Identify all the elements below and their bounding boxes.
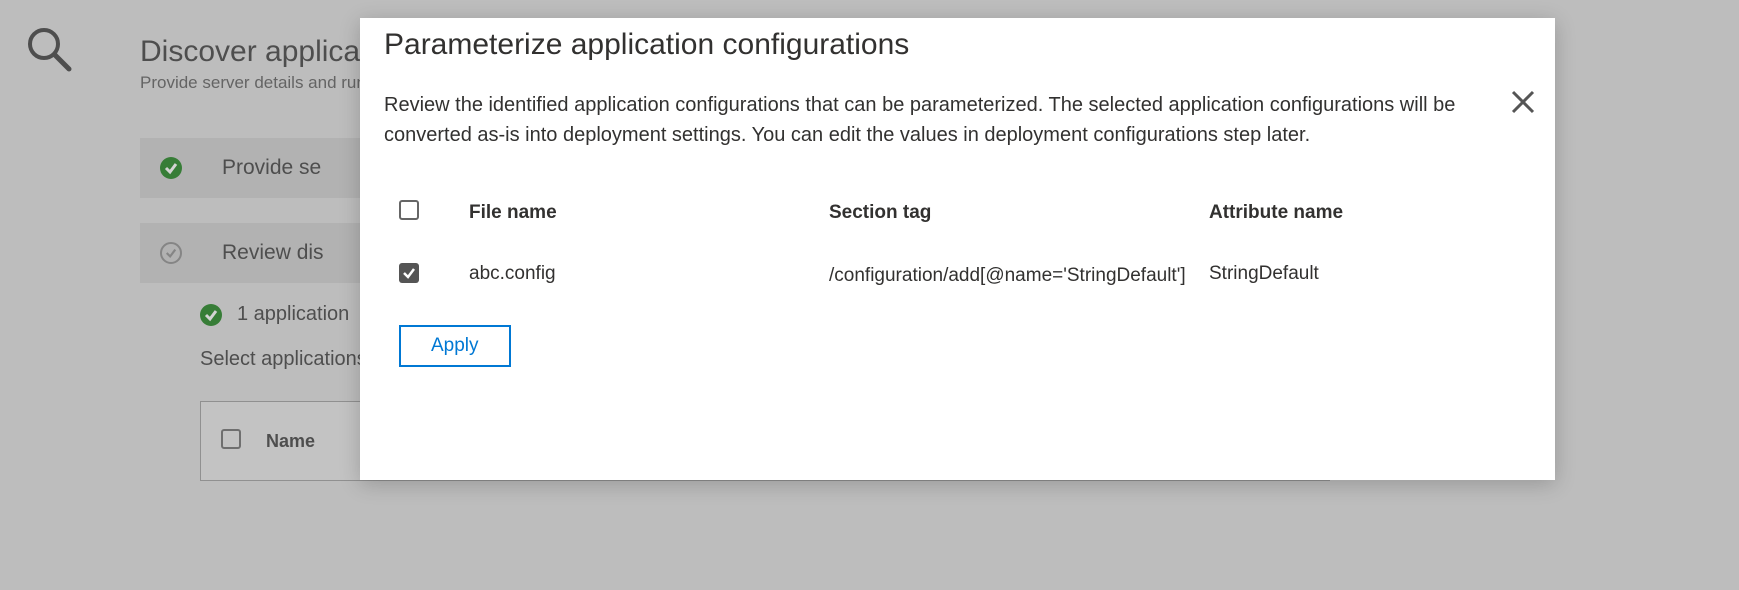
col-header-section: Section tag <box>829 202 1209 224</box>
col-header-attribute: Attribute name <box>1209 202 1489 224</box>
cell-section: /configuration/add[@name='StringDefault'… <box>829 263 1209 290</box>
col-header-filename: File name <box>469 202 829 224</box>
parameterize-dialog: Parameterize application configurations … <box>360 18 1555 480</box>
cell-attribute: StringDefault <box>1209 263 1489 285</box>
table-row: abc.config /configuration/add[@name='Str… <box>399 263 1531 290</box>
apply-button[interactable]: Apply <box>399 325 511 367</box>
dialog-description: Review the identified application config… <box>384 90 1531 150</box>
close-icon[interactable] <box>1509 88 1537 116</box>
cell-filename: abc.config <box>469 263 829 285</box>
select-all-checkbox[interactable] <box>399 200 419 220</box>
row-checkbox[interactable] <box>399 263 419 283</box>
dialog-title: Parameterize application configurations <box>384 28 1531 62</box>
configurations-table: File name Section tag Attribute name abc… <box>399 200 1531 290</box>
